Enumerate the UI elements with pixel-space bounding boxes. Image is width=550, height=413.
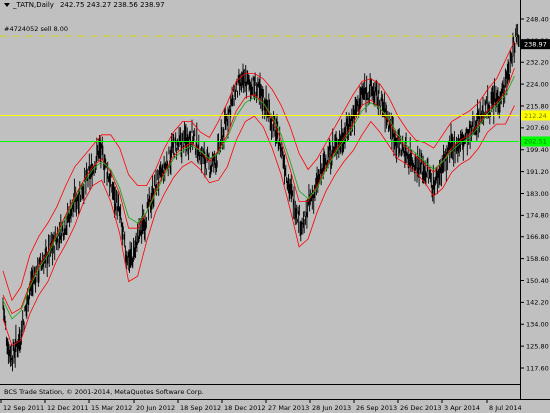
y-tick-label: 166.80: [526, 233, 549, 241]
y-axis-ticks: 248.40240.20232.20224.00215.80207.60199.…: [520, 15, 549, 372]
x-tick-label: 8 Jul 2014: [489, 404, 522, 412]
x-tick-label: 27 Mar 2013: [268, 404, 309, 412]
symbol-timeframe: _TATN,Daily: [13, 1, 54, 9]
y-tick-label: 183.00: [526, 190, 549, 198]
x-tick-label: 26 Dec 2013: [400, 404, 442, 412]
y-tick-label: 174.80: [526, 212, 549, 220]
y-tick-label: 207.60: [526, 124, 549, 132]
x-tick-label: 15 Mar 2012: [91, 404, 132, 412]
x-tick-label: 26 Sep 2013: [356, 404, 397, 412]
x-tick-label: 12 Sep 2011: [3, 404, 44, 412]
chart-header: _TATN,Daily 242.75 243.27 238.56 238.97: [4, 1, 165, 9]
y-tick-label: 224.00: [526, 80, 549, 88]
x-tick-label: 3 Apr 2014: [444, 404, 480, 412]
copyright-footer: BCS Trade Station, © 2001-2014, MetaQuot…: [4, 388, 204, 396]
x-tick-label: 18 Sep 2012: [180, 404, 221, 412]
y-tick-label: 199.40: [526, 146, 549, 154]
y-tick-label: 117.60: [526, 364, 549, 372]
y-tick-label: 158.60: [526, 255, 549, 263]
y-tick-label: 142.20: [526, 299, 549, 307]
x-axis-ticks: 12 Sep 2011 12 Dec 2011 15 Mar 2012 20 Jun …: [0, 399, 522, 412]
green-level-badge: 202.51: [524, 138, 547, 146]
y-tick-label: 248.40: [526, 15, 549, 23]
order-label[interactable]: #4724052 sell 8.00: [4, 25, 68, 33]
yellow-level-badge: 212.24: [524, 112, 547, 120]
dropdown-arrow-icon[interactable]: [4, 3, 10, 7]
y-tick-label: 232.20: [526, 59, 549, 67]
x-tick-label: 12 Dec 2011: [47, 404, 89, 412]
y-tick-label: 125.80: [526, 342, 549, 350]
x-tick-label: 28 Jun 2013: [312, 404, 351, 412]
ohlc-values: 242.75 243.27 238.56 238.97: [59, 1, 165, 9]
y-tick-label: 150.40: [526, 277, 549, 285]
y-tick-label: 134.00: [526, 321, 549, 329]
y-tick-label: 191.20: [526, 168, 549, 176]
last-price-badge: 238.97: [524, 40, 547, 48]
y-tick-label: 215.80: [526, 102, 549, 110]
chart-window[interactable]: 248.40240.20232.20224.00215.80207.60199.…: [0, 0, 550, 413]
x-tick-label: 18 Dec 2012: [224, 404, 266, 412]
price-chart[interactable]: 248.40240.20232.20224.00215.80207.60199.…: [0, 0, 550, 413]
x-tick-label: 20 Jun 2012: [136, 404, 175, 412]
